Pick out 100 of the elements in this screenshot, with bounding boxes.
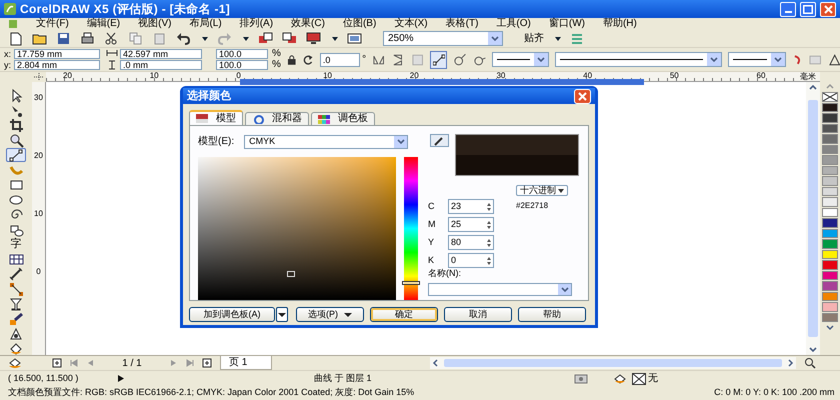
horizontal-scrollbar[interactable] [430, 357, 796, 369]
scroll-thumb[interactable] [444, 359, 782, 367]
color-swatch[interactable] [822, 186, 838, 196]
picture-icon[interactable] [347, 31, 362, 46]
menu-item[interactable]: 位图(B) [342, 19, 376, 29]
mirror-vertical-icon[interactable] [391, 52, 405, 66]
color-swatch[interactable] [822, 113, 838, 122]
menu-item[interactable]: 帮助(H) [602, 19, 637, 29]
add-to-palette-button[interactable]: 加到调色板(A) [189, 307, 275, 322]
dialog-tab[interactable]: 混和器 [245, 112, 309, 125]
hue-thumb[interactable] [402, 280, 420, 285]
add-page-icon[interactable] [52, 358, 62, 368]
value-spinner[interactable]: 23 [448, 199, 494, 214]
color-swatch[interactable] [822, 197, 838, 206]
hue-slider[interactable] [404, 157, 418, 300]
menu-item[interactable]: 排列(A) [240, 19, 274, 29]
color-swatch[interactable] [822, 281, 838, 290]
color-swatch[interactable] [822, 208, 838, 217]
undo-icon[interactable] [176, 31, 191, 46]
value-spinner[interactable]: 80 [448, 235, 494, 250]
color-swatch[interactable] [822, 292, 838, 301]
color-swatch[interactable] [822, 260, 838, 270]
color-swatch[interactable] [822, 218, 838, 228]
dropdown-button[interactable] [276, 307, 288, 322]
no-color-swatch[interactable] [822, 92, 838, 102]
menu-item[interactable]: 工具(O) [496, 19, 531, 29]
new-file-icon[interactable] [8, 31, 23, 46]
rotation-field[interactable]: .0 [320, 52, 360, 66]
zoom-icon[interactable] [804, 357, 816, 369]
scroll-down-icon[interactable] [807, 345, 819, 355]
lock-icon[interactable] [286, 54, 296, 66]
outline-icon[interactable] [828, 54, 840, 66]
close-button[interactable] [820, 2, 836, 16]
menu-item[interactable]: 视图(V) [138, 19, 172, 29]
options-button[interactable]: 选项(P) [296, 307, 364, 322]
import-icon[interactable] [258, 31, 273, 46]
menu-item[interactable]: 效果(C) [291, 19, 325, 29]
position-field[interactable]: 17.759 mm [14, 49, 100, 59]
line-mode-button[interactable] [430, 50, 448, 68]
size-field[interactable]: .0 mm [120, 60, 202, 70]
size-field[interactable]: 42.597 mm [120, 49, 202, 59]
menu-item[interactable]: 编辑(E) [86, 19, 120, 29]
color-swatch[interactable] [822, 176, 838, 186]
color-swatch[interactable] [822, 102, 838, 112]
name-combo[interactable] [428, 283, 572, 296]
color-swatch[interactable] [822, 124, 838, 133]
model-combo[interactable]: CMYK [244, 134, 408, 148]
spin-arrows-icon[interactable] [485, 220, 493, 230]
color-swatch[interactable] [822, 312, 838, 322]
color-swatch[interactable] [822, 134, 838, 144]
color-swatch[interactable] [822, 239, 838, 248]
color-swatch[interactable] [822, 155, 838, 164]
maximize-button[interactable] [800, 2, 816, 16]
spin-arrows-icon[interactable] [485, 256, 493, 266]
scroll-left-icon[interactable] [430, 358, 440, 368]
page-tab[interactable]: 页 1 [220, 356, 272, 370]
export-icon[interactable] [282, 31, 297, 46]
dialog-tab[interactable]: 模型 [189, 110, 243, 125]
scroll-up-icon[interactable] [807, 82, 819, 92]
close-button[interactable] [574, 88, 591, 104]
color-swatch[interactable] [822, 144, 838, 154]
position-field[interactable]: 2.804 mm [14, 60, 100, 70]
text-tool[interactable]: 字 [6, 238, 26, 251]
color-swatch[interactable] [822, 228, 838, 238]
color-swatch[interactable] [822, 270, 838, 280]
menu-item[interactable]: 文本(X) [394, 19, 428, 29]
spin-arrows-icon[interactable] [485, 202, 493, 212]
line-style-combo[interactable] [492, 52, 550, 67]
palette-scroll-down-icon[interactable] [824, 323, 836, 332]
color-swatch[interactable] [822, 166, 838, 175]
dropdown-button[interactable] [770, 53, 785, 66]
scroll-thumb[interactable] [808, 100, 818, 337]
color-field[interactable] [198, 157, 396, 300]
minimize-button[interactable] [780, 2, 796, 16]
scissors-icon[interactable] [104, 31, 119, 46]
menu-item[interactable]: 窗口(W) [548, 19, 585, 29]
color-cursor[interactable] [287, 271, 295, 277]
snap-menu[interactable]: 贴齐 [524, 31, 544, 46]
save-icon[interactable] [56, 31, 71, 46]
dialog-button[interactable]: 帮助 [518, 307, 586, 322]
dialog-button[interactable]: 确定 [370, 307, 438, 322]
menu-item[interactable]: 表格(T) [446, 19, 478, 29]
add-page-icon[interactable] [202, 358, 212, 368]
line-style-combo[interactable] [728, 52, 786, 67]
dialog-tab[interactable]: 调色板 [311, 112, 375, 125]
expand-arrow-icon[interactable] [118, 375, 124, 382]
scale-field[interactable]: 100.0 [216, 49, 268, 59]
eyedropper-button[interactable] [430, 134, 449, 147]
color-swatch[interactable] [822, 250, 838, 259]
arc-node-icon[interactable] [453, 52, 467, 66]
zoom-combo[interactable]: 250% [383, 31, 503, 46]
dialog-button[interactable]: 取消 [444, 307, 512, 322]
tool-button[interactable] [6, 148, 26, 162]
hex-button[interactable]: 十六进制 [516, 185, 568, 196]
spin-arrows-icon[interactable] [485, 238, 493, 248]
color-swatch[interactable] [822, 302, 838, 312]
printer-icon[interactable] [80, 31, 95, 46]
scroll-right-icon[interactable] [786, 358, 796, 368]
vertical-scrollbar[interactable] [806, 82, 820, 355]
line-style-combo[interactable] [555, 52, 722, 67]
